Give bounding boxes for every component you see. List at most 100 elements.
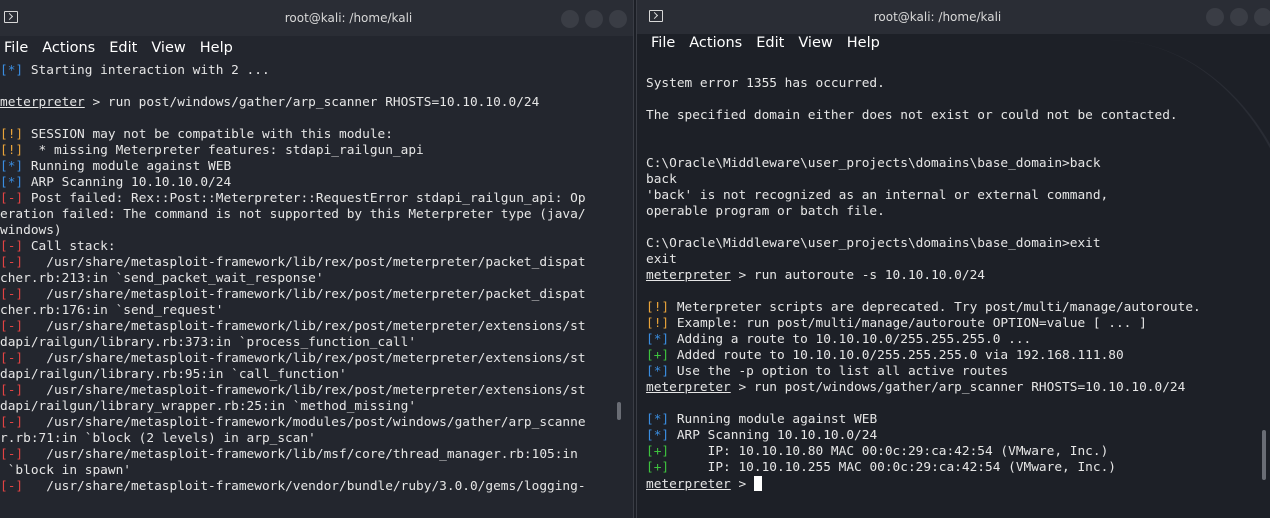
terminal-text: cher.rb:213:in `send_packet_wait_respons… (0, 271, 324, 286)
terminal-line: C:\Oracle\Middleware\user_projects\domai… (646, 156, 1266, 172)
window-title: root@kali: /home/kali (873, 10, 1002, 24)
scrollbar[interactable] (1262, 430, 1266, 480)
right-titlebar[interactable]: root@kali: /home/kali (637, 0, 1270, 34)
maximize-button[interactable] (585, 10, 603, 28)
terminal-text: dapi/railgun/library_wrapper.rb:25:in `m… (0, 399, 417, 414)
terminal-line: [-] /usr/share/metasploit-framework/lib/… (0, 351, 610, 367)
terminal-text: [*] (0, 159, 24, 174)
left-terminal-window[interactable]: root@kali: /home/kali File Actions Edit Vie… (0, 0, 634, 518)
terminal-text: > run post/windows/gather/arp_scanner RH… (730, 380, 1186, 395)
terminal-line: C:\Oracle\Middleware\user_projects\domai… (646, 236, 1266, 252)
menu-help[interactable]: Help (847, 35, 880, 51)
terminal-text: [-] (0, 255, 24, 270)
terminal-text: > run post/windows/gather/arp_scanner RH… (84, 95, 540, 110)
terminal-text: [*] (646, 332, 670, 347)
terminal-text: [-] (0, 319, 24, 334)
menu-help[interactable]: Help (200, 40, 233, 56)
terminal-text: [+] (646, 460, 670, 475)
menu-file[interactable]: File (651, 35, 675, 51)
minimize-button[interactable] (1206, 8, 1224, 26)
terminal-line: [-] /usr/share/metasploit-framework/lib/… (0, 383, 610, 399)
terminal-text: ARP Scanning 10.10.10.0/24 (669, 428, 878, 443)
terminal-line: [!] Example: run post/multi/manage/autor… (646, 316, 1266, 332)
terminal-text: cher.rb:176:in `send_request' (0, 303, 224, 318)
terminal-text: Added route to 10.10.10.0/255.255.255.0 … (669, 348, 1124, 363)
terminal-text: eration failed: The command is not suppo… (0, 207, 586, 222)
terminal-line: [-] Post failed: Rex::Post::Meterpreter:… (0, 191, 610, 207)
terminal-line: [*] Use the -p option to list all active… (646, 364, 1266, 380)
terminal-text: Call stack: (23, 239, 116, 254)
terminal-text: [-] (0, 287, 24, 302)
terminal-line: [*] ARP Scanning 10.10.10.0/24 (0, 175, 610, 191)
terminal-line: windows) (0, 223, 610, 239)
terminal-line: [!] SESSION may not be compatible with t… (0, 127, 610, 143)
menu-edit[interactable]: Edit (109, 40, 137, 56)
terminal-text: [-] (0, 447, 24, 462)
terminal-text: > (730, 477, 754, 492)
terminal-text: `block in spawn' (0, 463, 131, 478)
terminal-line: [-] /usr/share/metasploit-framework/lib/… (0, 287, 610, 303)
menu-actions[interactable]: Actions (689, 35, 742, 51)
terminal-text: /usr/share/metasploit-framework/lib/rex/… (23, 255, 586, 270)
menu-actions[interactable]: Actions (42, 40, 95, 56)
terminal-text: * missing Meterpreter features: stdapi_r… (23, 143, 424, 158)
scrollbar[interactable] (617, 402, 621, 420)
terminal-line: cher.rb:213:in `send_packet_wait_respons… (0, 271, 610, 287)
terminal-line: [!] * missing Meterpreter features: stda… (0, 143, 610, 159)
minimize-button[interactable] (561, 10, 579, 28)
terminal-text: > run autoroute -s 10.10.10.0/24 (730, 268, 985, 283)
terminal-text: Post failed: Rex::Post::Meterpreter::Req… (23, 191, 586, 206)
terminal-text: Running module against WEB (669, 412, 878, 427)
close-button[interactable] (609, 10, 627, 28)
terminal-text: [-] (0, 239, 24, 254)
terminal-line: [+] IP: 10.10.10.80 MAC 00:0c:29:ca:42:5… (646, 444, 1266, 460)
terminal-line: dapi/railgun/library.rb:373:in `process_… (0, 335, 610, 351)
prompt-label: meterpreter (646, 477, 731, 492)
terminal-line: [-] /usr/share/metasploit-framework/modu… (0, 415, 610, 431)
terminal-text: SESSION may not be compatible with this … (23, 127, 393, 142)
right-terminal-output[interactable]: System error 1355 has occurred. The speci… (646, 76, 1266, 492)
menu-view[interactable]: View (151, 40, 185, 56)
terminal-text: [!] (646, 300, 670, 315)
terminal-text: [*] (646, 364, 670, 379)
left-titlebar[interactable]: root@kali: /home/kali (0, 0, 633, 36)
menu-edit[interactable]: Edit (756, 35, 784, 51)
terminal-text: r.rb:71:in `block (2 levels) in arp_scan… (0, 431, 316, 446)
maximize-button[interactable] (1230, 8, 1248, 26)
terminal-text: IP: 10.10.10.80 MAC 00:0c:29:ca:42:54 (V… (669, 444, 1109, 459)
terminal-text: [+] (646, 444, 670, 459)
terminal-line: [-] /usr/share/metasploit-framework/lib/… (0, 255, 610, 271)
terminal-line: The specified domain either does not exi… (646, 108, 1266, 124)
prompt-label: meterpreter (646, 380, 731, 395)
prompt-label: meterpreter (0, 95, 85, 110)
right-menubar: File Actions Edit View Help (637, 34, 1270, 52)
terminal-line: r.rb:71:in `block (2 levels) in arp_scan… (0, 431, 610, 447)
left-terminal-output[interactable]: [*] Starting interaction with 2 ... meter… (0, 63, 610, 495)
terminal-line: exit (646, 252, 1266, 268)
terminal-line: [*] Adding a route to 10.10.10.0/255.255… (646, 332, 1266, 348)
terminal-text: dapi/railgun/library.rb:95:in `call_func… (0, 367, 347, 382)
terminal-text: Meterpreter scripts are deprecated. Try … (669, 300, 1201, 315)
terminal-text: dapi/railgun/library.rb:373:in `process_… (0, 335, 417, 350)
terminal-text: Running module against WEB (23, 159, 232, 174)
terminal-text: Use the -p option to list all active rou… (669, 364, 1009, 379)
terminal-line: [-] Call stack: (0, 239, 610, 255)
terminal-text: C:\Oracle\Middleware\user_projects\domai… (646, 156, 1101, 171)
terminal-text: [*] (0, 175, 24, 190)
menu-view[interactable]: View (798, 35, 832, 51)
menu-file[interactable]: File (4, 40, 28, 56)
terminal-line: operable program or batch file. (646, 204, 1266, 220)
close-button[interactable] (1254, 8, 1270, 26)
terminal-icon (649, 10, 663, 22)
terminal-text: /usr/share/metasploit-framework/lib/rex/… (23, 383, 586, 398)
terminal-line: [!] Meterpreter scripts are deprecated. … (646, 300, 1266, 316)
terminal-text: [!] (0, 127, 24, 142)
terminal-line: eration failed: The command is not suppo… (0, 207, 610, 223)
right-terminal-window[interactable]: root@kali: /home/kali File Actions Edit Vie… (636, 0, 1270, 518)
terminal-text: back (646, 172, 677, 187)
terminal-text: 'back' is not recognized as an internal … (646, 188, 1109, 203)
